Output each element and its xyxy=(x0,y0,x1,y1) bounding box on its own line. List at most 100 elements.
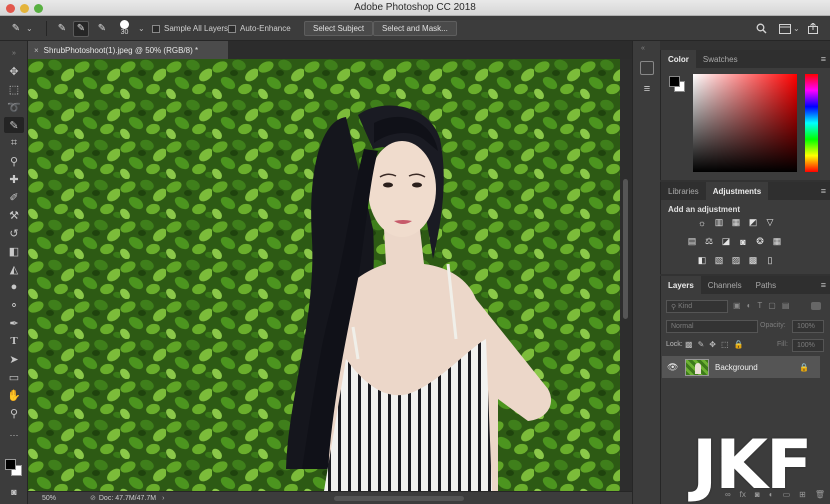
tab-paths[interactable]: Paths xyxy=(749,276,783,294)
layer-filter-kind[interactable]: ⚲ Kind xyxy=(666,300,728,313)
tab-adjustments[interactable]: Adjustments xyxy=(705,182,769,200)
tab-layers[interactable]: Layers xyxy=(661,276,701,294)
add-to-selection-button[interactable]: ✎ xyxy=(73,16,89,41)
dodge-tool-icon[interactable]: ⚬ xyxy=(4,297,24,313)
fill-field[interactable]: 100% xyxy=(792,339,824,352)
zoom-tool-icon[interactable]: ⚲ xyxy=(4,405,24,421)
search-button[interactable] xyxy=(756,16,767,41)
auto-enhance-checkbox[interactable]: Auto-Enhance xyxy=(228,16,291,41)
workspace-switcher[interactable]: ⌄ xyxy=(779,16,800,41)
clone-stamp-tool-icon[interactable]: ⚒ xyxy=(4,207,24,223)
channel-mixer-icon[interactable]: ❂ xyxy=(754,236,766,247)
brush-tool-icon[interactable]: ✐ xyxy=(4,189,24,205)
adjustment-filter-icon[interactable]: ◐ xyxy=(747,301,752,310)
lock-image-icon[interactable]: ✎ xyxy=(698,340,705,349)
levels-icon[interactable]: ▥ xyxy=(713,217,725,228)
eraser-tool-icon[interactable]: ◧ xyxy=(4,243,24,259)
more-tools-icon[interactable]: ··· xyxy=(4,427,24,443)
selective-color-icon[interactable]: ▩ xyxy=(747,255,759,266)
panel-menu-icon[interactable]: ≡ xyxy=(821,280,826,290)
subtract-from-selection-button[interactable]: ✎ xyxy=(94,16,110,41)
pixel-filter-icon[interactable]: ▣ xyxy=(733,301,741,310)
paint-bucket-tool-icon[interactable]: ◭ xyxy=(4,261,24,277)
opacity-field[interactable]: 100% xyxy=(792,320,824,333)
foreground-color-swatch[interactable] xyxy=(5,459,16,470)
gradient-map-icon[interactable]: ▯ xyxy=(764,255,776,266)
smart-object-filter-icon[interactable]: ▤ xyxy=(782,301,790,310)
lock-all-icon[interactable]: 🔒 xyxy=(734,340,744,349)
trash-icon[interactable]: 🗑 xyxy=(815,490,825,504)
lock-transparent-icon[interactable]: ▩ xyxy=(685,340,693,349)
tab-channels[interactable]: Channels xyxy=(701,276,749,294)
black-white-icon[interactable]: ◪ xyxy=(720,236,732,247)
collapse-icon[interactable]: « xyxy=(641,45,645,52)
marquee-tool-icon[interactable]: ⬚ xyxy=(4,81,24,97)
select-subject-button[interactable]: Select Subject xyxy=(304,21,374,36)
brightness-contrast-icon[interactable]: ☼ xyxy=(696,217,708,228)
history-panel-icon[interactable] xyxy=(640,61,654,75)
tab-color[interactable]: Color xyxy=(661,50,696,68)
hue-saturation-icon[interactable]: ▤ xyxy=(686,236,698,247)
horizontal-scrollbar[interactable] xyxy=(334,495,465,501)
window-title: Adobe Photoshop CC 2018 xyxy=(354,2,476,13)
quick-mask-icon[interactable]: ◙ xyxy=(4,484,24,500)
toolbar-collapse-icon[interactable]: » xyxy=(4,45,24,61)
quick-selection-tool-icon[interactable]: ✎ xyxy=(4,117,24,133)
type-filter-icon[interactable]: T xyxy=(757,301,762,310)
color-lookup-icon[interactable]: ▦ xyxy=(771,236,783,247)
visibility-eye-icon[interactable]: 👁 xyxy=(667,362,681,373)
tab-swatches[interactable]: Swatches xyxy=(696,50,745,68)
color-balance-icon[interactable]: ⚖ xyxy=(703,236,715,247)
tool-preset-picker[interactable]: ✎ ⌄ xyxy=(8,16,33,41)
hue-slider[interactable] xyxy=(805,74,818,172)
eyedropper-tool-icon[interactable]: ⚲ xyxy=(4,153,24,169)
threshold-icon[interactable]: ▨ xyxy=(730,255,742,266)
zoom-level[interactable]: 50% xyxy=(42,495,90,502)
new-selection-button[interactable]: ✎ xyxy=(54,16,70,41)
tab-libraries[interactable]: Libraries xyxy=(661,182,706,200)
shape-tool-icon[interactable]: ▭ xyxy=(4,369,24,385)
document-tab[interactable]: × ShrubPhotoshoot(1).jpeg @ 50% (RGB/8) … xyxy=(28,41,228,59)
panel-menu-icon[interactable]: ≡ xyxy=(821,186,826,196)
move-tool-icon[interactable]: ✥ xyxy=(4,63,24,79)
shape-filter-icon[interactable]: ▢ xyxy=(768,301,776,310)
chevron-right-icon[interactable]: › xyxy=(162,495,164,502)
invert-icon[interactable]: ◧ xyxy=(696,255,708,266)
healing-brush-tool-icon[interactable]: ✚ xyxy=(4,171,24,187)
vibrance-icon[interactable]: ▽ xyxy=(764,217,776,228)
vertical-scrollbar[interactable] xyxy=(620,59,632,491)
layer-row[interactable]: 👁 Background 🔒 xyxy=(662,356,820,378)
select-and-mask-button[interactable]: Select and Mask... xyxy=(373,21,457,36)
close-icon[interactable]: × xyxy=(34,46,39,55)
color-field[interactable] xyxy=(693,74,797,172)
crop-tool-icon[interactable]: ⌗ xyxy=(4,135,24,151)
layer-name[interactable]: Background xyxy=(715,363,758,372)
pen-tool-icon[interactable]: ✒ xyxy=(4,315,24,331)
chevron-down-icon[interactable]: ⌄ xyxy=(138,16,145,41)
blend-mode-select[interactable]: Normal xyxy=(666,320,758,333)
share-icon xyxy=(808,23,818,34)
photo-image xyxy=(28,59,620,491)
foreground-color-chip[interactable] xyxy=(669,76,680,87)
photo-filter-icon[interactable]: ◙ xyxy=(737,236,749,247)
type-tool-icon[interactable]: T xyxy=(4,333,24,349)
lock-position-icon[interactable]: ✥ xyxy=(709,340,716,349)
brush-size-picker[interactable]: 30 xyxy=(120,16,129,41)
document-canvas[interactable] xyxy=(28,59,620,491)
properties-panel-icon[interactable]: ≡ xyxy=(640,83,654,97)
lasso-tool-icon[interactable]: ➰ xyxy=(4,99,24,115)
path-selection-tool-icon[interactable]: ➤ xyxy=(4,351,24,367)
blend-mode-value: Normal xyxy=(671,323,694,330)
hand-tool-icon[interactable]: ✋ xyxy=(4,387,24,403)
lock-artboard-icon[interactable]: ⬚ xyxy=(721,340,729,349)
filter-toggle[interactable] xyxy=(811,302,821,310)
scrollbar-thumb[interactable] xyxy=(623,179,628,319)
history-brush-tool-icon[interactable]: ↺ xyxy=(4,225,24,241)
share-button[interactable] xyxy=(808,16,818,41)
sample-all-layers-checkbox[interactable]: Sample All Layers xyxy=(152,16,228,41)
posterize-icon[interactable]: ▧ xyxy=(713,255,725,266)
curves-icon[interactable]: ▦ xyxy=(730,217,742,228)
exposure-icon[interactable]: ◩ xyxy=(747,217,759,228)
blur-tool-icon[interactable]: ● xyxy=(4,279,24,295)
panel-menu-icon[interactable]: ≡ xyxy=(821,54,826,64)
